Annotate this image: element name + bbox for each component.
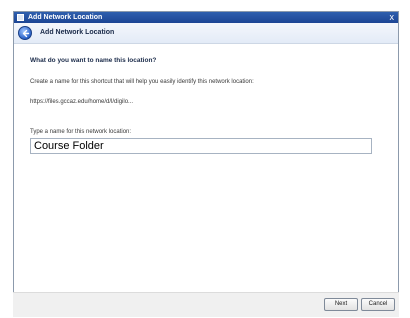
- location-name-input[interactable]: [30, 138, 372, 154]
- name-input-label: Type a name for this network location:: [30, 129, 132, 135]
- page-heading: What do you want to name this location?: [30, 57, 157, 64]
- next-button[interactable]: Next: [324, 298, 358, 311]
- network-address: https://files.gccaz.edu/home/d/l/digilo.…: [30, 99, 134, 105]
- window-icon: [17, 14, 24, 21]
- description-text: Create a name for this shortcut that wil…: [30, 79, 254, 85]
- window-title: Add Network Location: [28, 14, 103, 21]
- back-arrow-icon[interactable]: [18, 26, 32, 40]
- close-button[interactable]: x: [390, 12, 395, 23]
- title-bar[interactable]: Add Network Location x: [14, 12, 398, 23]
- wizard-header: Add Network Location: [14, 23, 398, 44]
- wizard-title: Add Network Location: [40, 29, 115, 36]
- cancel-button[interactable]: Cancel: [361, 298, 395, 311]
- dialog-footer: Next Cancel: [13, 292, 399, 317]
